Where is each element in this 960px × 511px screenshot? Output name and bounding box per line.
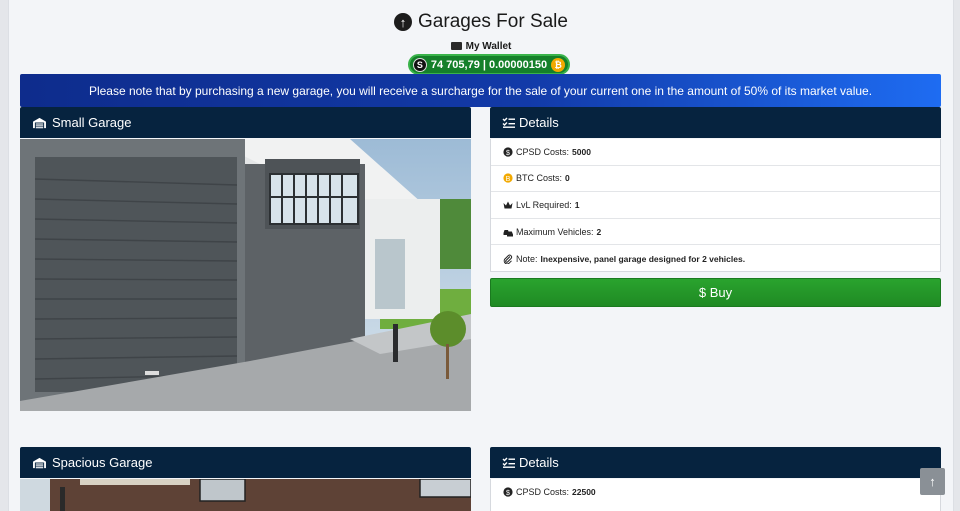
list-check-icon — [502, 117, 515, 128]
detail-label: Note: — [516, 253, 538, 264]
garage-name: Spacious Garage — [52, 455, 153, 470]
svg-text:B: B — [506, 176, 511, 183]
garage-name: Small Garage — [52, 115, 132, 130]
buy-button[interactable]: $ Buy — [490, 278, 941, 307]
garage-icon — [33, 117, 46, 128]
surcharge-notice: Please note that by purchasing a new gar… — [20, 74, 941, 107]
detail-row-btc-costs: B BTC Costs: 0 — [491, 166, 940, 193]
detail-row-cpsd-costs: $ CPSD Costs: 22500 — [491, 479, 940, 506]
details-list: $ CPSD Costs: 22500 — [490, 479, 941, 511]
list-check-icon — [502, 457, 515, 468]
wallet-icon — [450, 42, 462, 50]
detail-row-max-vehicles: Maximum Vehicles: 2 — [491, 219, 940, 246]
page: ↑ Garages For Sale My Wallet S 74 705,79… — [8, 0, 954, 511]
detail-row-cpsd-costs: $ CPSD Costs: 5000 — [491, 139, 940, 166]
detail-label: Maximum Vehicles: — [516, 226, 594, 237]
garage-card-header: Spacious Garage — [20, 447, 471, 478]
detail-value: Inexpensive, panel garage designed for 2… — [540, 253, 746, 264]
details-card-header: Details — [490, 107, 941, 138]
page-title-text: Garages For Sale — [418, 11, 568, 32]
paperclip-icon — [503, 254, 513, 264]
scroll-to-top-button[interactable]: ↑ — [920, 468, 945, 495]
detail-row-level-required: LvL Required: 1 — [491, 192, 940, 219]
garage-card-header: Small Garage — [20, 107, 471, 138]
details-title: Details — [519, 115, 559, 130]
svg-text:$: $ — [506, 490, 510, 497]
details-card-header: Details — [490, 447, 941, 478]
detail-value: 5000 — [572, 146, 591, 157]
bitcoin-coin-icon: ₿ — [551, 57, 566, 72]
spacious-garage-image — [20, 479, 471, 511]
arrow-circle-up-icon: ↑ — [394, 13, 413, 31]
bitcoin-icon: B — [503, 173, 513, 183]
detail-value: 2 — [596, 226, 602, 237]
dollar-circle-icon: $ — [503, 147, 513, 157]
wallet-balance-badge[interactable]: S 74 705,79 | 0.00000150 ₿ — [408, 54, 570, 75]
arrow-up-icon: ↑ — [929, 474, 936, 489]
details-title: Details — [519, 455, 559, 470]
detail-label: LvL Required: — [516, 199, 572, 210]
detail-label: BTC Costs: — [516, 173, 563, 184]
dollar-circle-icon: $ — [503, 487, 513, 497]
page-title: ↑ Garages For Sale — [9, 11, 953, 33]
detail-label: CPSD Costs: — [516, 487, 570, 498]
crown-icon — [503, 200, 513, 210]
garage-icon — [33, 457, 46, 468]
detail-value: 1 — [574, 199, 580, 210]
details-list: $ CPSD Costs: 5000 B BTC Costs: 0 LvL Requ… — [490, 139, 941, 272]
detail-value: 0 — [565, 173, 570, 184]
wallet-label: My Wallet — [9, 41, 953, 52]
wallet-label-text: My Wallet — [465, 41, 512, 52]
detail-value: 22500 — [572, 487, 596, 498]
small-garage-image — [20, 139, 471, 411]
cpsd-coin-icon: S — [412, 57, 427, 72]
svg-text:$: $ — [506, 150, 510, 157]
detail-label: CPSD Costs: — [516, 146, 570, 157]
wallet-balance-text: 74 705,79 | 0.00000150 — [430, 58, 548, 71]
detail-row-note: Note: Inexpensive, panel garage designed … — [491, 245, 940, 272]
cars-icon — [503, 227, 513, 237]
